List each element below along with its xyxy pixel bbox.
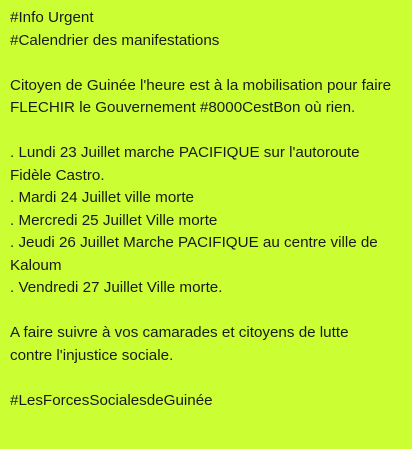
hashtag-forces-sociales: #LesForcesSocialesdeGuinée [10, 391, 213, 409]
schedule-item-tuesday: . Mardi 24 Juillet ville morte [10, 189, 195, 206]
closing-line-2: contre l'injustice sociale. [10, 346, 174, 364]
schedule-item-friday: . Vendredi 27 Juillet Ville morte. [10, 279, 223, 296]
closing-block: A faire suivre à vos camarades et citoye… [10, 322, 408, 367]
schedule-item-wednesday: . Mercredi 25 Juillet Ville morte [10, 211, 218, 229]
hashtag-info-urgent: #Info Urgent [10, 9, 94, 26]
schedule-item-monday-cont: Fidèle Castro. [10, 166, 105, 184]
header-block: #Info Urgent #Calendrier des manifestati… [10, 7, 408, 52]
hashtag-calendar: #Calendrier des manifestations [10, 31, 220, 49]
right-edge [412, 0, 418, 452]
post-card: #Info Urgent #Calendrier des manifestati… [0, 0, 418, 452]
intro-line-2: FLECHIR le Gouvernement #8000CestBon où … [10, 99, 356, 116]
intro-block: Citoyen de Guinée l'heure est à la mobil… [10, 75, 408, 120]
intro-line-1: Citoyen de Guinée l'heure est à la mobil… [10, 76, 392, 94]
schedule-list: . Lundi 23 Juillet marche PACIFIQUE sur … [10, 142, 408, 300]
schedule-item-thursday-cont: Kaloum [10, 256, 62, 274]
closing-line-1: A faire suivre à vos camarades et citoye… [10, 324, 349, 341]
schedule-item-monday: . Lundi 23 Juillet marche PACIFIQUE sur … [10, 144, 360, 161]
schedule-item-thursday: . Jeudi 26 Juillet Marche PACIFIQUE au c… [10, 234, 378, 251]
